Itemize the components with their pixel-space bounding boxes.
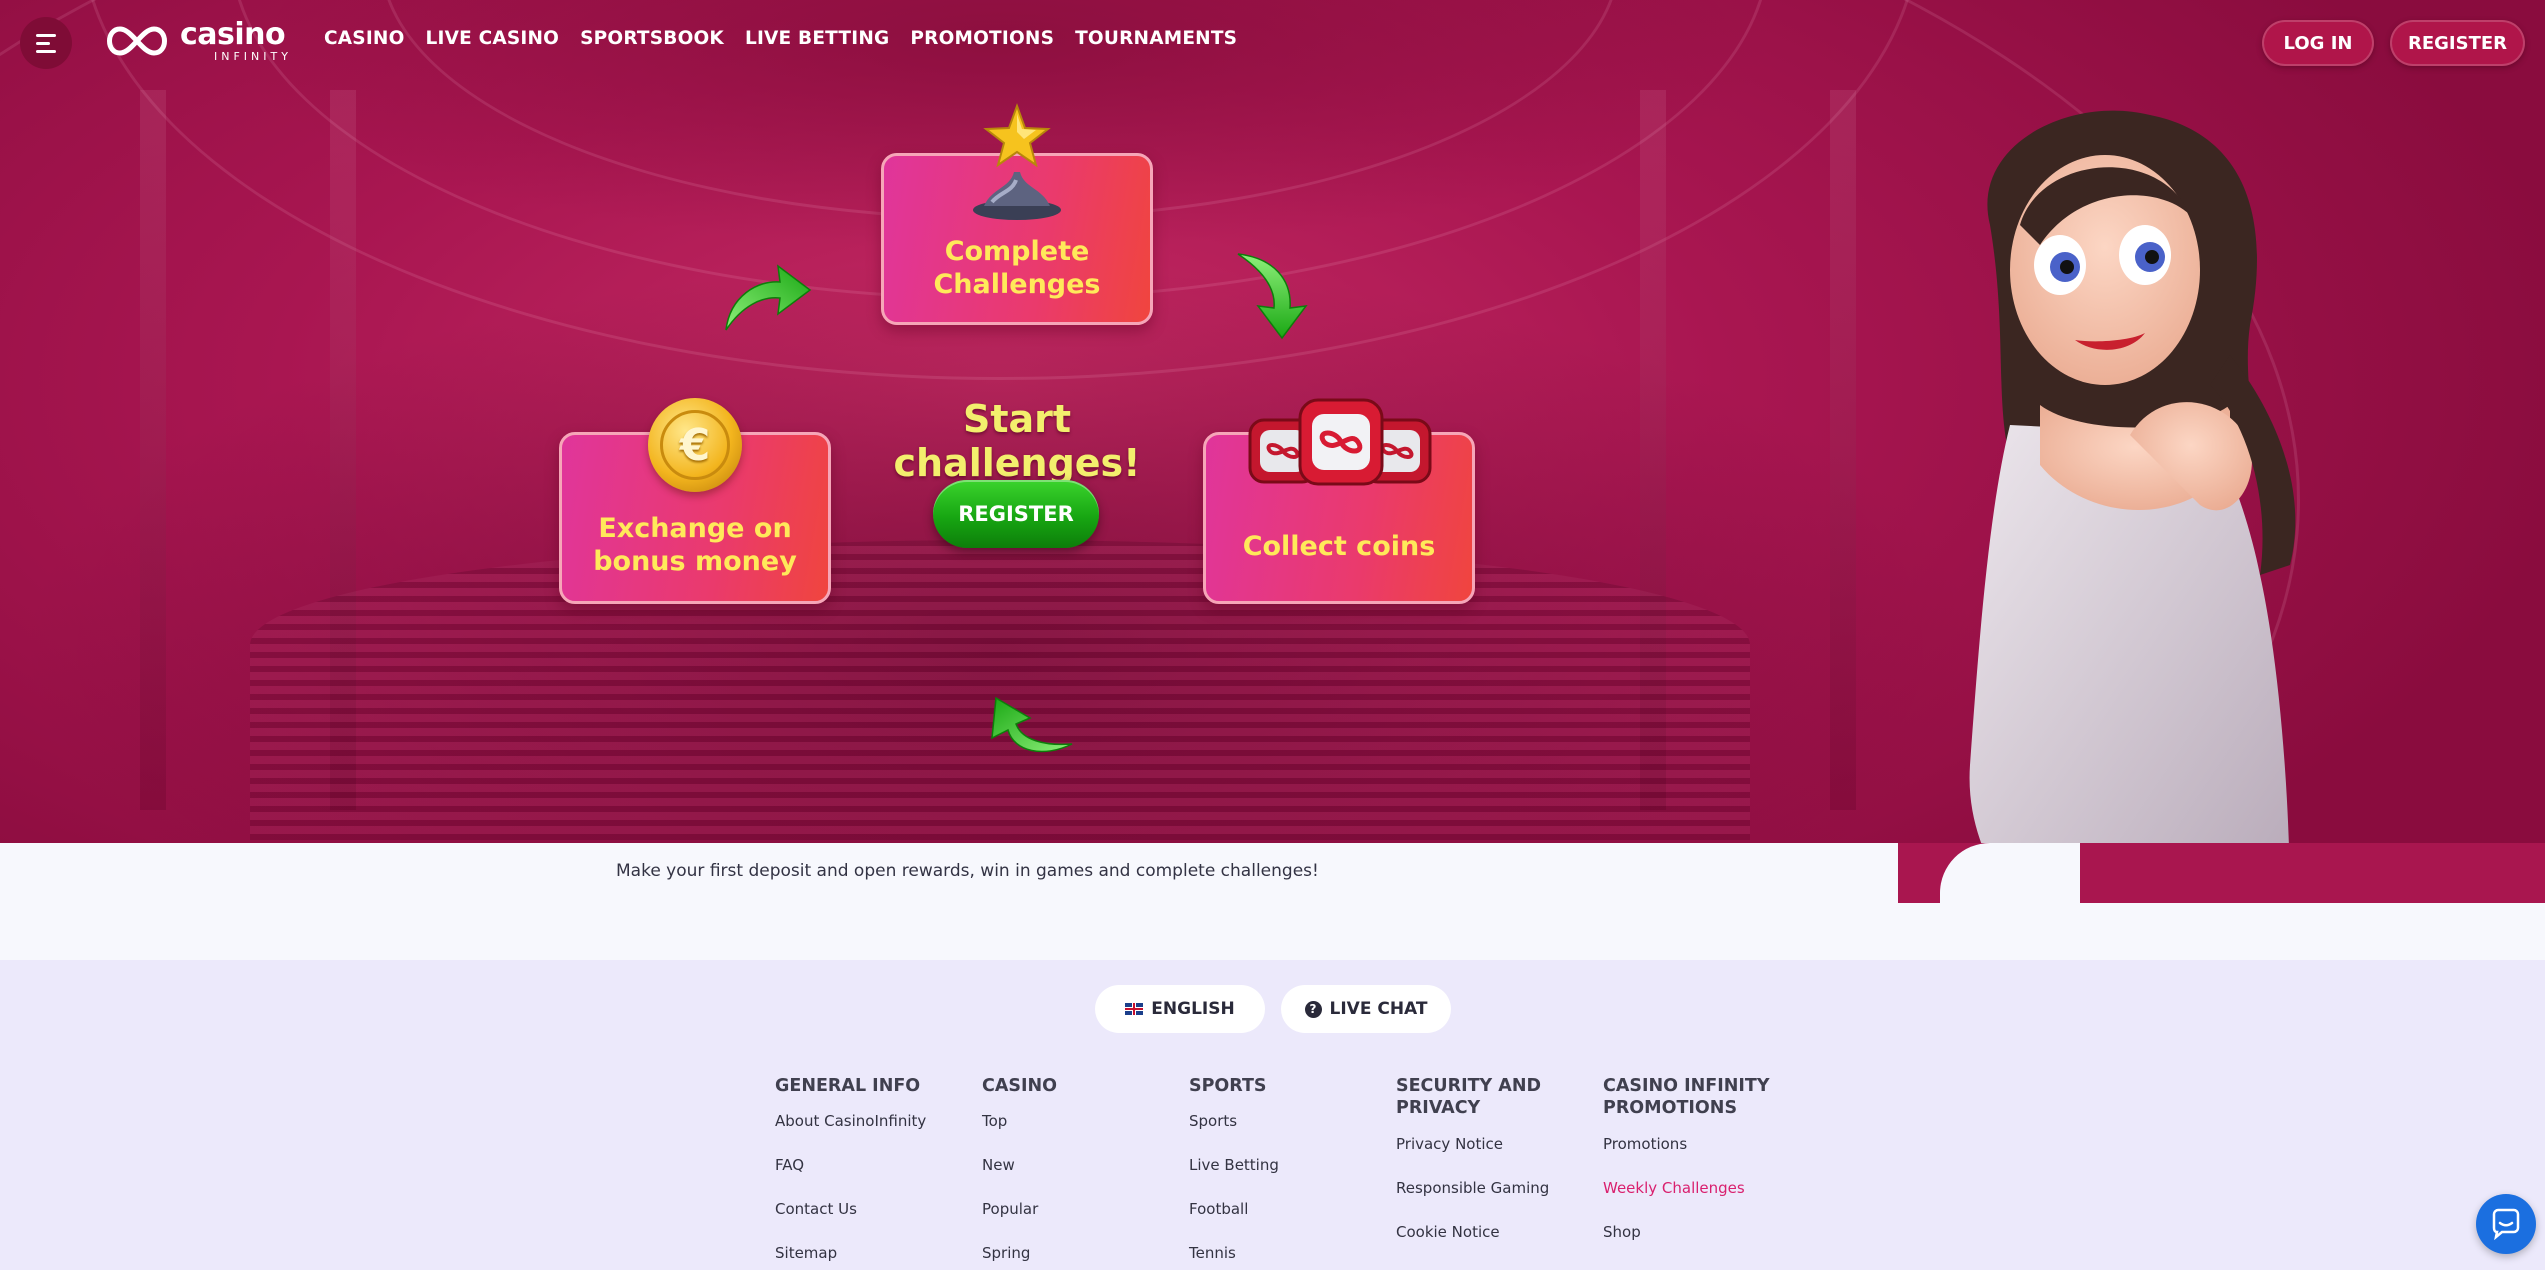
footer-link-active[interactable]: Weekly Challenges <box>1603 1177 1793 1199</box>
footer-link[interactable]: Shop <box>1603 1221 1793 1243</box>
strip-decoration <box>1898 843 2088 903</box>
main-menu: CASINO LIVE CASINO SPORTSBOOK LIVE BETTI… <box>324 28 1237 49</box>
logo-word: casino <box>180 17 286 52</box>
footer-column-title: SPORTS <box>1189 1076 1267 1096</box>
theater-pillar <box>140 90 166 810</box>
nav-live-casino[interactable]: LIVE CASINO <box>426 28 560 49</box>
register-button-top[interactable]: REGISTER <box>2390 20 2525 66</box>
chat-bubble-icon[interactable] <box>2476 1194 2536 1254</box>
coin-symbol: € <box>660 410 730 480</box>
footer-column-general: GENERAL INFO About CasinoInfinity FAQ Co… <box>775 1075 965 1270</box>
nav-tournaments[interactable]: TOURNAMENTS <box>1075 28 1237 49</box>
footer-link[interactable]: Sitemap <box>775 1242 965 1264</box>
footer-link[interactable]: Spring <box>982 1242 1172 1264</box>
theater-pillar <box>1830 90 1856 810</box>
nav-promotions[interactable]: PROMOTIONS <box>910 28 1054 49</box>
logo-sub: INFINITY <box>214 50 292 63</box>
footer-link[interactable]: Live Betting <box>1189 1154 1379 1176</box>
footer-column-sports: SPORTS Sports Live Betting Football Tenn… <box>1189 1075 1379 1270</box>
top-navigation: casino INFINITY CASINO LIVE CASINO SPORT… <box>0 0 2545 84</box>
uk-flag-icon <box>1125 1003 1144 1015</box>
footer-link[interactable]: Popular <box>982 1198 1172 1220</box>
green-arrow-icon <box>725 264 812 331</box>
footer-column-title: CASINO <box>982 1076 1058 1096</box>
card-label: Exchange on bonus money <box>593 513 797 577</box>
info-text: Make your first deposit and open rewards… <box>616 861 1319 881</box>
footer-column-promotions: CASINO INFINITY PROMOTIONS Promotions We… <box>1603 1075 1793 1265</box>
card-label: Complete Challenges <box>933 236 1101 300</box>
chat-glyph-icon <box>2492 1208 2520 1240</box>
footer-column-title: GENERAL INFO <box>775 1076 921 1096</box>
footer-column-title: SECURITY AND PRIVACY <box>1396 1076 1542 1119</box>
strip-decoration <box>2088 843 2545 903</box>
login-button[interactable]: LOG IN <box>2262 20 2374 66</box>
footer-link[interactable]: About CasinoInfinity <box>775 1110 965 1132</box>
star-trophy-icon <box>973 103 1061 220</box>
register-button-hero[interactable]: REGISTER <box>933 480 1099 548</box>
footer-link[interactable]: New <box>982 1154 1172 1176</box>
language-label: ENGLISH <box>1151 999 1235 1019</box>
footer-link[interactable]: Sports <box>1189 1110 1379 1132</box>
footer-link[interactable]: Football <box>1189 1198 1379 1220</box>
footer-column-security: SECURITY AND PRIVACY Privacy Notice Resp… <box>1396 1075 1586 1265</box>
hero-title: Start challenges! <box>893 397 1141 485</box>
footer-link[interactable]: Tennis <box>1189 1242 1379 1264</box>
footer-column-casino: CASINO Top New Popular Spring <box>982 1075 1172 1270</box>
footer-link[interactable]: Contact Us <box>775 1198 965 1220</box>
card-label: Collect coins <box>1242 530 1436 562</box>
footer-link[interactable]: FAQ <box>775 1154 965 1176</box>
green-arrow-icon <box>991 696 1073 753</box>
live-chat-button[interactable]: ? LIVE CHAT <box>1281 985 1451 1033</box>
euro-coin-icon: € <box>648 398 742 492</box>
menu-icon[interactable] <box>20 17 72 69</box>
site-logo[interactable]: casino INFINITY <box>100 20 292 62</box>
green-arrow-icon <box>1237 253 1308 340</box>
hostess-character-illustration <box>1969 110 2296 905</box>
footer-link[interactable]: Top <box>982 1110 1172 1132</box>
nav-casino[interactable]: CASINO <box>324 28 405 49</box>
casino-chips-icon <box>1248 398 1432 486</box>
question-icon: ? <box>1304 1000 1322 1018</box>
live-chat-label: LIVE CHAT <box>1329 999 1428 1019</box>
footer-link[interactable]: Responsible Gaming <box>1396 1177 1586 1199</box>
footer-link[interactable]: Cookie Notice <box>1396 1221 1586 1243</box>
footer-link[interactable]: Privacy Notice <box>1396 1133 1586 1155</box>
nav-live-betting[interactable]: LIVE BETTING <box>745 28 889 49</box>
language-selector[interactable]: ENGLISH <box>1095 985 1265 1033</box>
footer-link[interactable]: Promotions <box>1603 1133 1793 1155</box>
nav-sportsbook[interactable]: SPORTSBOOK <box>580 28 724 49</box>
footer-column-title: CASINO INFINITY PROMOTIONS <box>1603 1076 1770 1119</box>
logo-infinity-icon <box>107 26 167 56</box>
